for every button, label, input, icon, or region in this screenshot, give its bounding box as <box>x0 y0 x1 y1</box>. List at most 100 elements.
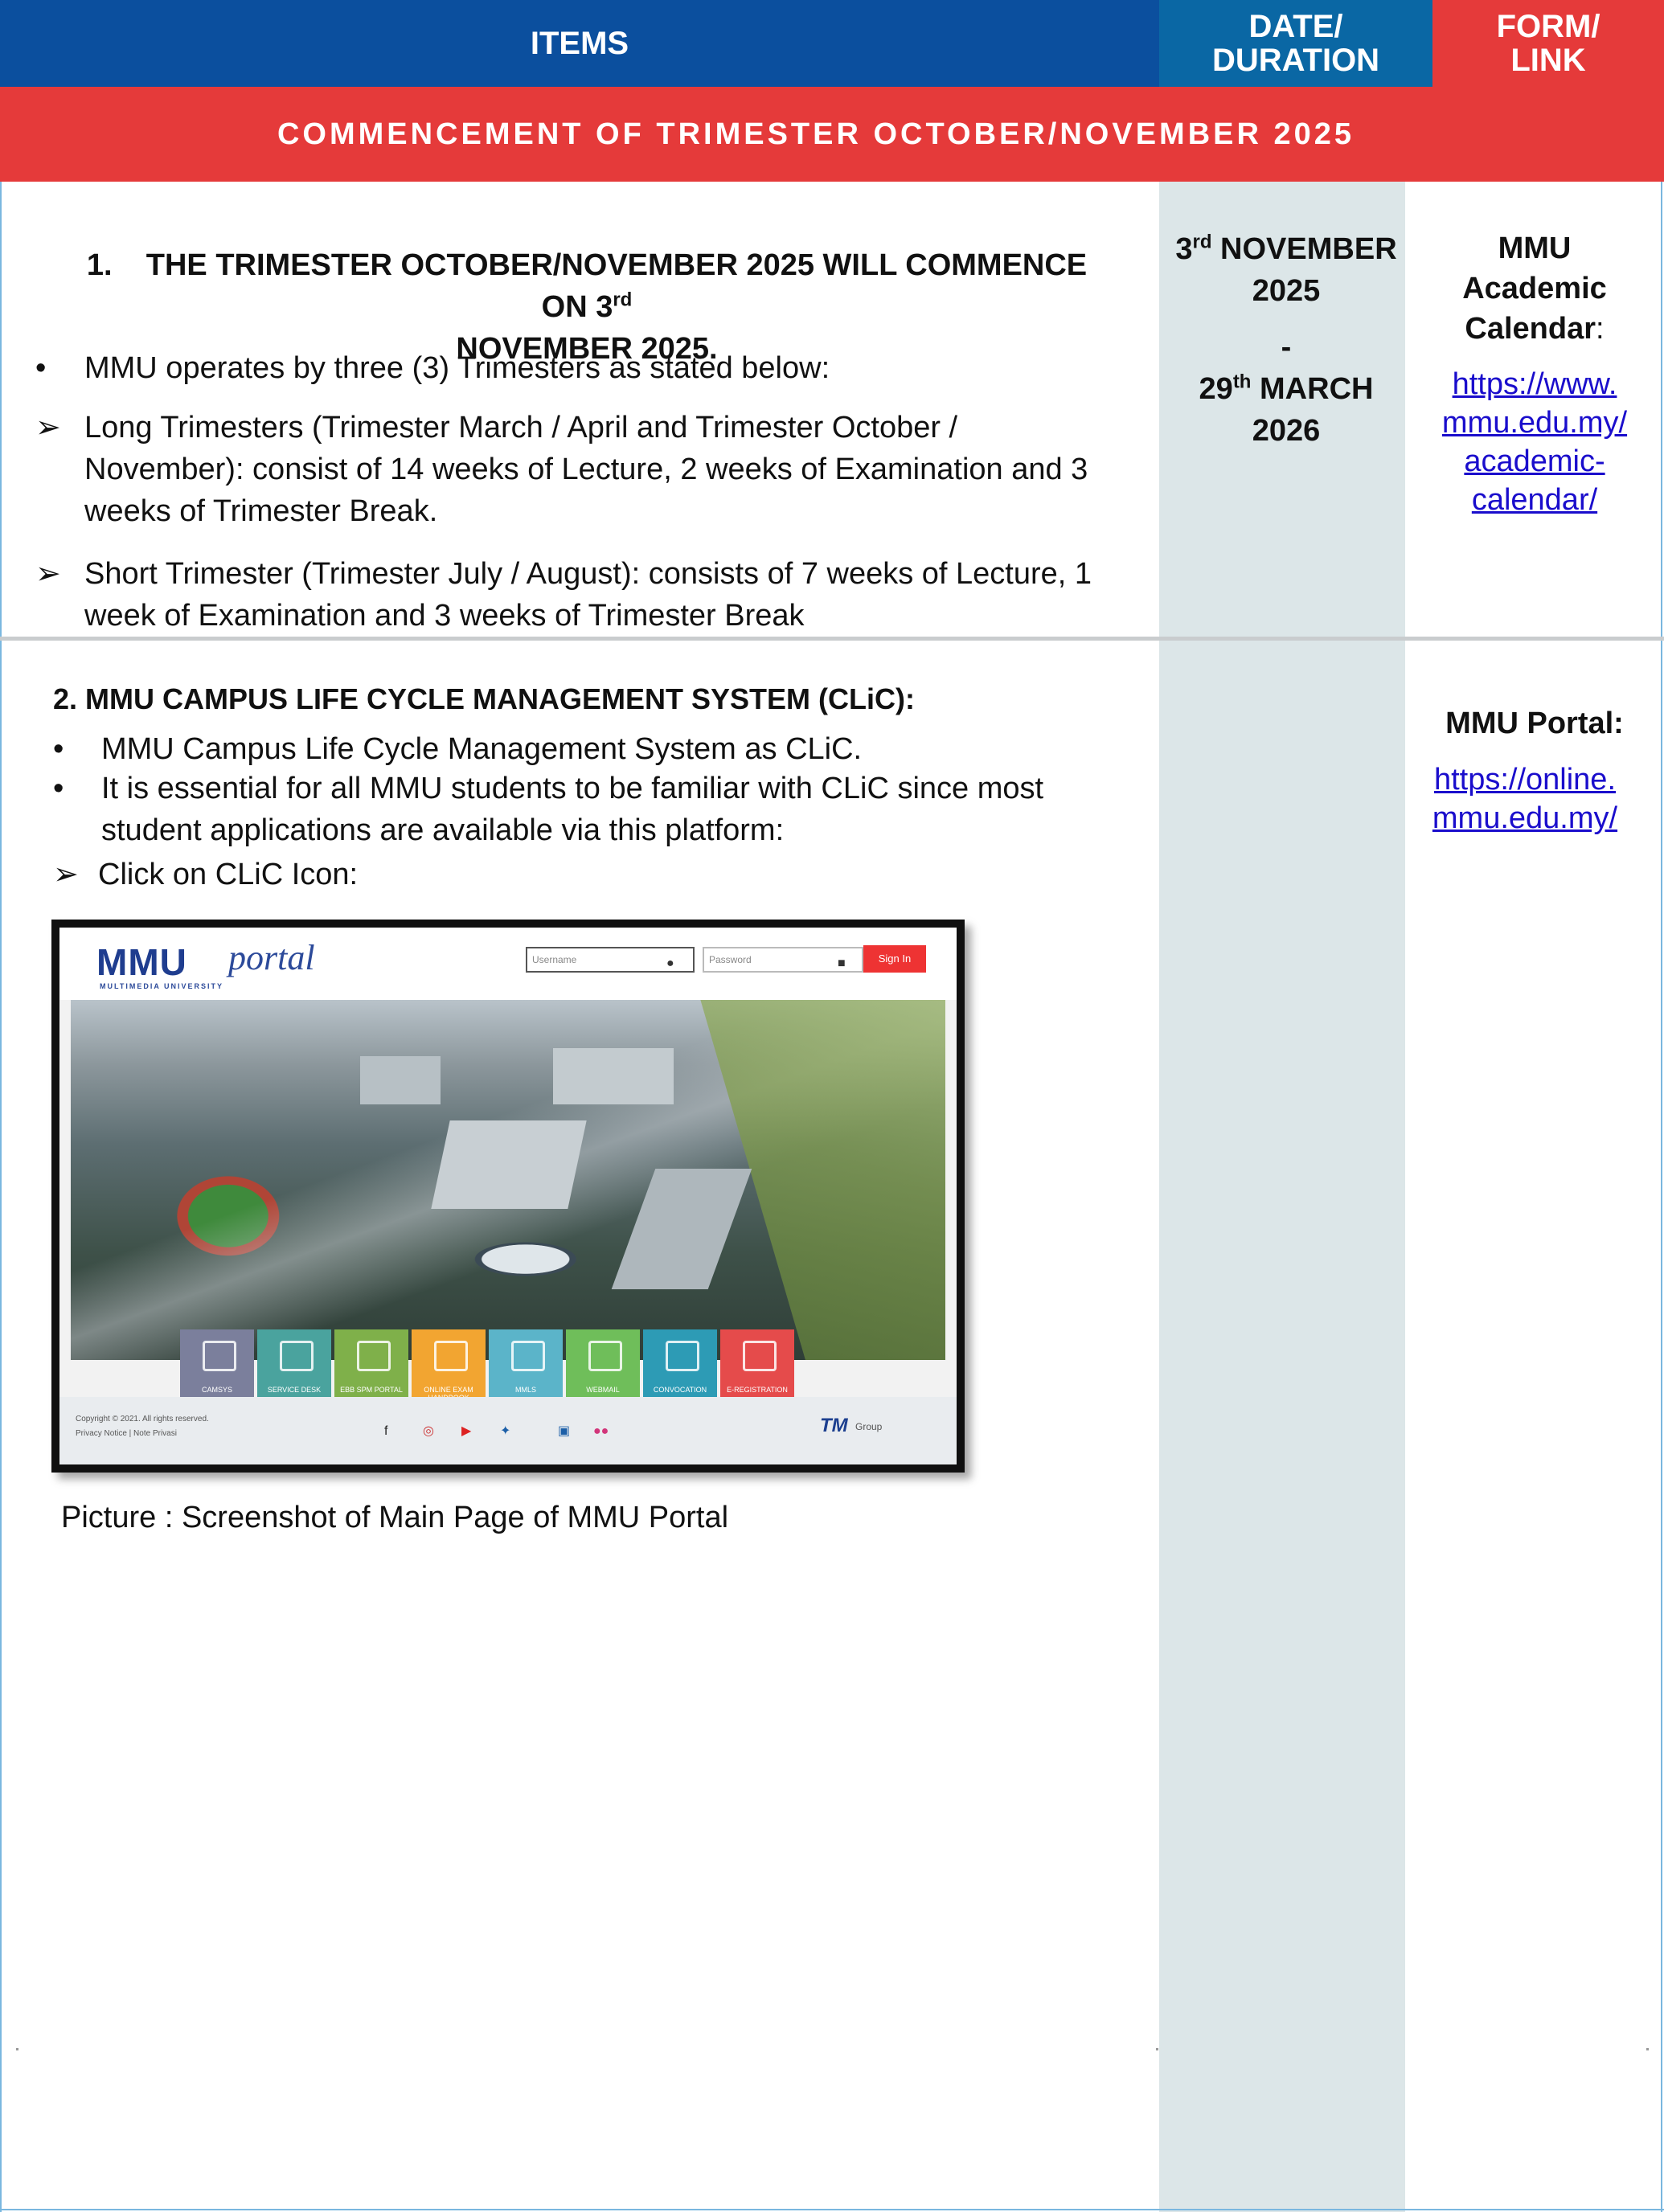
tile-icon <box>666 1341 699 1371</box>
photo-building <box>553 1048 674 1104</box>
section-banner: COMMENCEMENT OF TRIMESTER OCTOBER/NOVEMB… <box>0 87 1664 182</box>
table-border-left <box>0 182 2 2212</box>
date-column-background <box>1159 182 1405 2212</box>
tile-icon <box>434 1341 468 1371</box>
date-start-year: 2025 <box>1252 274 1321 308</box>
date-end-year: 2026 <box>1252 414 1321 448</box>
section2-bullet2-line1: It is essential for all MMU students to … <box>101 772 1044 805</box>
date-start-sup: rd <box>1192 231 1212 253</box>
youtube-icon: ▶ <box>461 1424 472 1438</box>
form-label-colon: : <box>1596 312 1605 346</box>
mmu-portal-link[interactable]: https://online. mmu.edu.my/ <box>1405 760 1645 838</box>
link-line[interactable]: https://www. <box>1415 365 1654 403</box>
bullet-icon: • <box>53 732 64 766</box>
section2-heading: 2. MMU CAMPUS LIFE CYCLE MANAGEMENT SYST… <box>53 682 915 715</box>
portal-screenshot-inner: MMU portal MULTIMEDIA UNIVERSITY Usernam… <box>59 928 957 1464</box>
portal-screenshot: MMU portal MULTIMEDIA UNIVERSITY Usernam… <box>51 920 965 1473</box>
tm-group-label: Group <box>855 1421 883 1432</box>
lock-icon: ■ <box>838 956 846 970</box>
date-end-month: MARCH <box>1251 372 1374 406</box>
tile-icon <box>511 1341 545 1371</box>
facebook-icon: f <box>384 1424 388 1438</box>
tile-label: MMLS <box>514 1386 536 1394</box>
tile-icon <box>588 1341 622 1371</box>
tile-icon <box>203 1341 236 1371</box>
header-items-label: ITEMS <box>530 26 629 61</box>
date-end-sup: th <box>1232 371 1252 393</box>
header-form-line1: FORM/ <box>1496 9 1600 44</box>
link-line[interactable]: https://online. <box>1405 760 1645 799</box>
tile-label: WEBMAIL <box>586 1386 620 1394</box>
tm-logo: TM <box>820 1415 848 1436</box>
date-dash: - <box>1281 330 1292 364</box>
header-form-cell: FORM/ LINK <box>1432 0 1664 87</box>
tile-icon <box>357 1341 391 1371</box>
date-start-month: NOVEMBER <box>1211 232 1397 266</box>
tile-label: SERVICE DESK <box>267 1386 322 1394</box>
dot-mark <box>1646 2048 1649 2050</box>
table-border-right <box>1661 182 1662 2212</box>
tile-icon <box>280 1341 314 1371</box>
portal-signin-button: Sign In <box>863 945 926 973</box>
portal-footer-copyright: Copyright © 2021. All rights reserved. <box>76 1415 209 1423</box>
link-line[interactable]: mmu.edu.my/ <box>1405 799 1645 838</box>
portal-footer-links: Privacy Notice | Note Privasi <box>76 1429 177 1438</box>
link-line[interactable]: calendar/ <box>1415 481 1654 519</box>
section2-arrow: Click on CLiC Icon: <box>98 858 359 891</box>
date-end-day: 29 <box>1199 372 1233 406</box>
portal-topbar: MMU portal MULTIMEDIA UNIVERSITY Usernam… <box>59 928 957 1000</box>
section2-bullet2: It is essential for all MMU students to … <box>101 768 1146 851</box>
header-items-cell: ITEMS <box>0 0 1159 87</box>
user-icon: ● <box>666 956 674 970</box>
header-date-label: DATE/ DURATION <box>1159 0 1432 87</box>
instagram-icon: ◎ <box>423 1424 434 1438</box>
section2-bullet2-line2: student applications are available via t… <box>101 813 785 847</box>
portal-caption: Picture : Screenshot of Main Page of MMU… <box>61 1501 729 1534</box>
bullet-icon: • <box>53 772 64 805</box>
tile-label: E-REGISTRATION <box>727 1386 788 1394</box>
arrow-bullet-icon: ➢ <box>53 858 79 891</box>
twitter-icon: ✦ <box>500 1424 511 1438</box>
portal-logo-subtitle: MULTIMEDIA UNIVERSITY <box>100 982 223 990</box>
section2-form-label: MMU Portal: <box>1445 707 1624 740</box>
section1-arrow1: Long Trimesters (Trimester March / April… <box>84 411 1088 528</box>
link-line[interactable]: mmu.edu.my/ <box>1415 403 1654 442</box>
linkedin-icon: ▣ <box>558 1424 571 1438</box>
tile-label: EBB SPM PORTAL <box>340 1386 403 1394</box>
portal-footer: Copyright © 2021. All rights reserved. P… <box>59 1397 957 1464</box>
form-label-mmu: MMU <box>1498 231 1572 265</box>
academic-calendar-link[interactable]: https://www. mmu.edu.my/ academic- calen… <box>1415 365 1654 519</box>
arrow-bullet-icon: ➢ <box>35 411 61 444</box>
section2-bullet1: MMU Campus Life Cycle Management System … <box>101 732 863 766</box>
form-label-calendar: Calendar <box>1465 312 1596 346</box>
date-start-day: 3 <box>1175 232 1193 266</box>
section1-heading-sup: rd <box>613 289 633 311</box>
tile-icon <box>743 1341 777 1371</box>
header-date-cell: DATE/ DURATION <box>1159 0 1432 87</box>
header-date-line1: DATE/ <box>1248 9 1343 44</box>
header-form-line2: LINK <box>1510 43 1586 78</box>
section1-heading-number: 1. <box>86 248 113 282</box>
flickr-icon: ●● <box>593 1424 609 1438</box>
tile-label: CONVOCATION <box>653 1386 707 1394</box>
section1-arrow2: Short Trimester (Trimester July / August… <box>84 557 1092 633</box>
portal-logo-script: portal <box>228 938 315 977</box>
photo-building <box>431 1120 587 1209</box>
dot-mark <box>1156 2048 1158 2050</box>
bullet-icon: • <box>35 351 47 385</box>
header-date-line2: DURATION <box>1211 43 1380 78</box>
section1-heading-line1: THE TRIMESTER OCTOBER/NOVEMBER 2025 WILL… <box>145 248 1088 324</box>
header-form-label: FORM/ LINK <box>1432 0 1664 87</box>
section1-date: 3rd NOVEMBER 2025 - 29th MARCH 2026 <box>1159 228 1413 452</box>
arrow-bullet-icon: ➢ <box>35 557 61 591</box>
tile-label: CAMSYS <box>201 1386 232 1394</box>
section1-form-label: MMU Academic Calendar: <box>1415 228 1654 349</box>
link-line[interactable]: academic- <box>1415 442 1654 481</box>
photo-building <box>360 1056 441 1104</box>
dot-mark <box>16 2048 18 2050</box>
table-border-bottom <box>0 2209 1664 2210</box>
row-separator <box>0 637 1664 641</box>
form-label-academic: Academic <box>1462 272 1607 305</box>
photo-building <box>611 1169 752 1289</box>
portal-logo: MMU <box>96 941 187 983</box>
